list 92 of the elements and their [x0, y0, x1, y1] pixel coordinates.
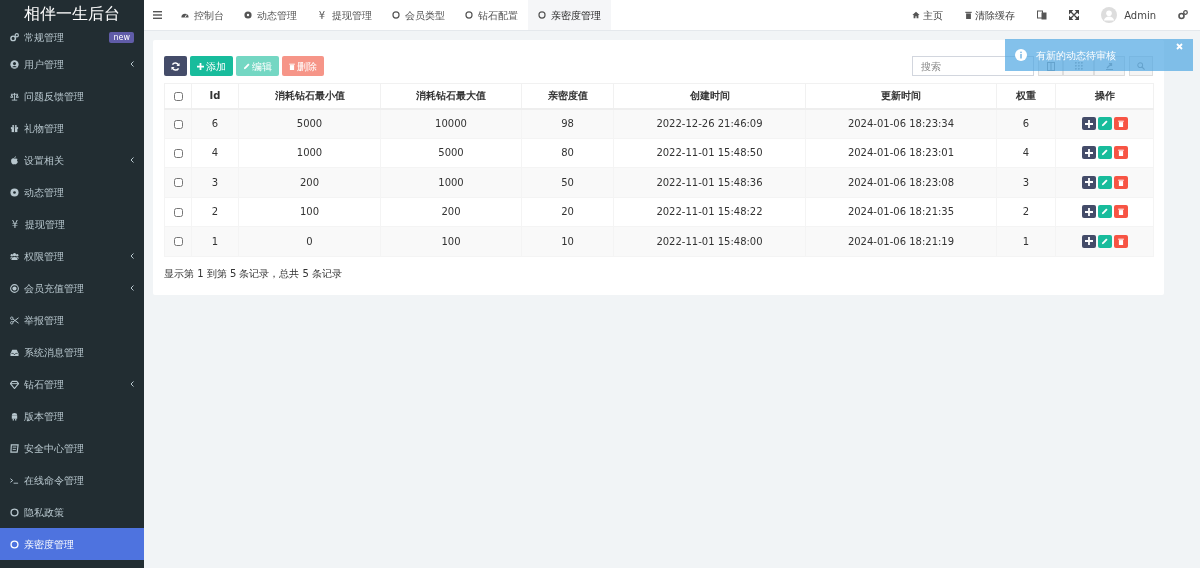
table-cell: 98: [521, 108, 614, 138]
sidebar-item[interactable]: 系统消息管理: [0, 336, 144, 368]
table-cell: 2022-11-01 15:48:50: [613, 138, 806, 168]
sidebar-item[interactable]: 在线命令管理: [0, 464, 144, 496]
table-cell: 1000: [380, 167, 522, 197]
column-header: Id: [191, 83, 239, 109]
tab[interactable]: 会员类型: [382, 0, 455, 30]
table-cell: 100: [380, 226, 522, 256]
table-cell: 3: [996, 167, 1056, 197]
table-cell: 10: [521, 226, 614, 256]
table-cell: 2024-01-06 18:21:35: [805, 197, 997, 227]
table-cell: 1: [996, 226, 1056, 256]
app-title: 相伴一生后台: [23, 2, 121, 25]
table-cell: 2024-01-06 18:23:08: [805, 167, 997, 197]
sidebar-item[interactable]: 钻石管理: [0, 368, 144, 400]
sidebar-item[interactable]: 安全中心管理: [0, 432, 144, 464]
sidebar-item[interactable]: 常规管理 new: [0, 27, 144, 48]
sidebar-item-label: 会员充值管理: [24, 281, 84, 296]
column-header: 权重: [996, 83, 1056, 109]
table-cell: 2022-11-01 15:48:22: [613, 197, 806, 227]
sidebar-item-label: 问题反馈管理: [24, 89, 84, 104]
yen-icon: ¥: [10, 216, 20, 232]
sidebar-item[interactable]: 问题反馈管理: [0, 80, 144, 112]
pagination-info: 显示第 1 到第 5 条记录，总共 5 条记录: [164, 266, 344, 281]
sidebar-item[interactable]: 礼物管理: [0, 112, 144, 144]
clear-cache-link[interactable]: 清除缓存: [965, 7, 1016, 23]
table-cell: 2: [191, 197, 239, 227]
tab[interactable]: 钻石配置: [455, 0, 528, 30]
table-cell: 3: [191, 167, 239, 197]
table-cell: 2022-11-01 15:48:00: [613, 226, 806, 256]
table-cell: 5000: [238, 108, 381, 138]
table-cell: 6: [996, 108, 1056, 138]
sidebar-item-label: 在线命令管理: [24, 473, 84, 488]
sidebar-item-label: 设置相关: [24, 153, 64, 168]
column-header: 操作: [1055, 83, 1154, 109]
new-badge: new: [109, 32, 134, 43]
table-cell: 200: [380, 197, 522, 227]
sidebar-item-label: 用户管理: [24, 57, 64, 72]
table-cell: 1: [191, 226, 239, 256]
sidebar-item[interactable]: 版本管理: [0, 400, 144, 432]
home-link[interactable]: 主页: [912, 7, 944, 23]
table-cell: 20: [521, 197, 614, 227]
tab[interactable]: 动态管理: [234, 0, 307, 30]
user-name[interactable]: Admin: [1124, 7, 1156, 23]
table-cell: 10000: [380, 108, 522, 138]
sidebar-item-label: 钻石管理: [24, 377, 64, 392]
sidebar-item[interactable]: 举报管理: [0, 304, 144, 336]
sidebar-item-label: 提现管理: [25, 217, 65, 232]
table-cell: 2022-12-26 21:46:09: [613, 108, 806, 138]
tab[interactable]: ¥ 提现管理: [307, 0, 382, 30]
sidebar-item[interactable]: 用户管理: [0, 48, 144, 80]
tab[interactable]: 亲密度管理: [528, 0, 611, 30]
sidebar-item-label: 系统消息管理: [24, 345, 84, 360]
column-header: 创建时间: [613, 83, 806, 109]
table-cell: 100: [238, 197, 381, 227]
sidebar-item[interactable]: 隐私政策: [0, 496, 144, 528]
sidebar-item-label: 安全中心管理: [24, 441, 84, 456]
sidebar-item-label: 亲密度管理: [24, 537, 74, 552]
table-cell: 200: [238, 167, 381, 197]
sidebar-item[interactable]: 权限管理: [0, 240, 144, 272]
sidebar-item-label: 权限管理: [24, 249, 64, 264]
table-cell: 6: [191, 108, 239, 138]
sidebar-item-label: 举报管理: [24, 313, 64, 328]
sidebar-item-label: 礼物管理: [24, 121, 64, 136]
sidebar-item-label: 隐私政策: [24, 505, 64, 520]
sidebar-item[interactable]: 会员充值管理: [0, 272, 144, 304]
table-cell: 4: [996, 138, 1056, 168]
column-header: 亲密度值: [521, 83, 614, 109]
column-header: 更新时间: [805, 83, 997, 109]
table-cell: 2024-01-06 18:23:01: [805, 138, 997, 168]
toast-message: 有新的动态待审核: [1036, 48, 1116, 63]
table-cell: 0: [238, 226, 381, 256]
sidebar-item[interactable]: 亲密度管理: [0, 528, 144, 560]
table-cell: 50: [521, 167, 614, 197]
table-cell: 2: [996, 197, 1056, 227]
table-cell: 2024-01-06 18:23:34: [805, 108, 997, 138]
table-cell: 2022-11-01 15:48:36: [613, 167, 806, 197]
column-header: 消耗钻石最小值: [238, 83, 381, 109]
sidebar-item-label: 常规管理: [24, 31, 64, 45]
sidebar-item-label: 动态管理: [24, 185, 64, 200]
table-cell: 80: [521, 138, 614, 168]
table-cell: 4: [191, 138, 239, 168]
sidebar-item[interactable]: 设置相关: [0, 144, 144, 176]
table-cell: 2024-01-06 18:21:19: [805, 226, 997, 256]
column-header: 消耗钻石最大值: [380, 83, 522, 109]
yen-icon: ¥: [317, 7, 327, 23]
sidebar-item[interactable]: 动态管理: [0, 176, 144, 208]
table-cell: 5000: [380, 138, 522, 168]
tab[interactable]: 控制台: [171, 0, 234, 30]
sidebar-item-label: 版本管理: [24, 409, 64, 424]
table-cell: 1000: [238, 138, 381, 168]
sidebar-item[interactable]: ¥ 提现管理: [0, 208, 144, 240]
